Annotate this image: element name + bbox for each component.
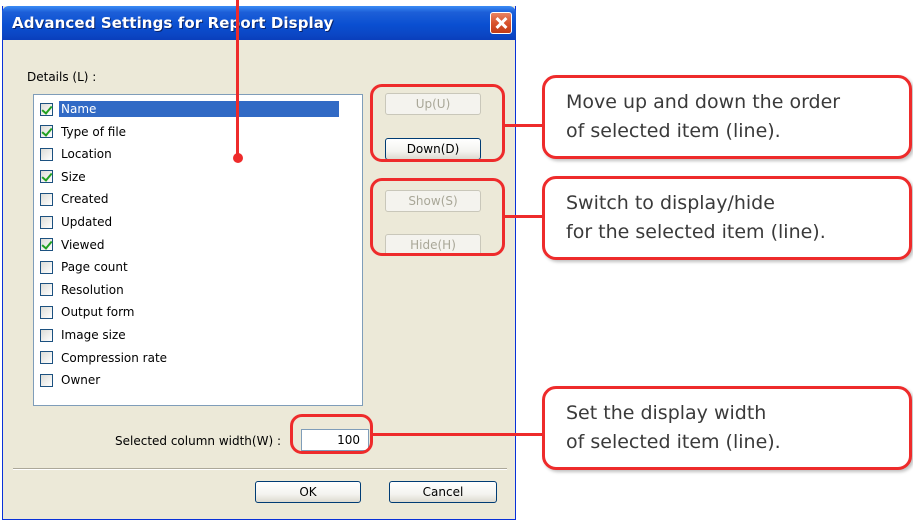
width-callout-line2: of selected item (line). — [566, 431, 781, 453]
up-down-highlight — [370, 84, 505, 162]
list-item-label: Updated — [61, 215, 113, 229]
display-callout: Switch to display/hide for the selected … — [542, 176, 912, 260]
list-item-label: Name — [59, 101, 339, 117]
list-item-label: Page count — [61, 260, 128, 275]
list-item[interactable]: Page count — [40, 257, 130, 277]
pointer-line — [236, 0, 239, 156]
list-item[interactable]: Output form — [40, 302, 136, 322]
list-item[interactable]: Location — [40, 144, 114, 164]
order-callout-line2: of selected item (line). — [566, 120, 781, 142]
checkbox-icon[interactable] — [40, 305, 53, 319]
show-hide-highlight — [370, 178, 505, 256]
checkbox-checked-icon[interactable] — [40, 102, 53, 116]
list-item-label: Resolution — [61, 282, 124, 297]
checkbox-icon[interactable] — [40, 373, 53, 387]
checkbox-icon[interactable] — [40, 147, 53, 161]
checkbox-icon[interactable] — [40, 283, 53, 297]
checkbox-icon[interactable] — [40, 215, 53, 229]
close-icon[interactable] — [490, 12, 512, 34]
list-item[interactable]: Resolution — [40, 280, 126, 300]
width-connector — [372, 433, 544, 436]
order-connector — [504, 124, 544, 127]
width-callout-line1: Set the display width — [566, 402, 767, 424]
list-item[interactable]: Image size — [40, 325, 128, 345]
list-item[interactable]: Size — [40, 167, 88, 187]
list-item-label: Created — [61, 192, 109, 207]
separator — [13, 468, 507, 470]
display-callout-line1: Switch to display/hide — [566, 192, 775, 214]
list-item[interactable]: Owner — [40, 370, 102, 390]
checkbox-icon[interactable] — [40, 192, 53, 206]
details-label: Details (L) : — [27, 70, 97, 84]
ok-button[interactable]: OK — [255, 481, 361, 503]
list-item-label: Image size — [61, 328, 126, 342]
column-width-label: Selected column width(W) : — [115, 434, 281, 448]
checkbox-icon[interactable] — [40, 260, 53, 274]
list-item-label: Viewed — [61, 237, 105, 252]
cancel-button[interactable]: Cancel — [389, 481, 497, 503]
list-item-label: Output form — [61, 305, 135, 320]
annotated-screenshot: Advanced Settings for Report Display Det… — [0, 0, 913, 520]
pointer-dot — [233, 153, 243, 163]
checkbox-icon[interactable] — [40, 351, 53, 365]
title-bar[interactable]: Advanced Settings for Report Display — [2, 6, 516, 40]
list-item[interactable]: Created — [40, 189, 111, 209]
list-item-label: Compression rate — [61, 350, 168, 365]
checkbox-checked-icon[interactable] — [40, 125, 53, 139]
width-callout: Set the display width of selected item (… — [542, 386, 912, 470]
display-connector — [504, 215, 544, 218]
checkbox-icon[interactable] — [40, 328, 53, 342]
list-item[interactable]: Updated — [40, 212, 114, 232]
list-item[interactable]: Name — [40, 99, 339, 119]
list-item[interactable]: Compression rate — [40, 348, 169, 368]
width-highlight — [290, 414, 373, 454]
checkbox-checked-icon[interactable] — [40, 238, 53, 252]
list-item-label: Location — [61, 147, 112, 162]
list-item-label: Type of file — [61, 124, 127, 139]
checkbox-checked-icon[interactable] — [40, 170, 53, 184]
order-callout-line1: Move up and down the order — [566, 91, 841, 113]
dialog-title: Advanced Settings for Report Display — [12, 14, 334, 32]
details-listbox[interactable]: Name Type of file Location Size Created Updat… — [33, 94, 363, 406]
list-item[interactable]: Type of file — [40, 122, 128, 142]
list-item-label: Owner — [61, 373, 101, 388]
list-item-label: Size — [61, 169, 86, 184]
display-callout-line2: for the selected item (line). — [566, 221, 826, 243]
list-item[interactable]: Viewed — [40, 235, 106, 255]
order-callout: Move up and down the order of selected i… — [542, 75, 912, 159]
